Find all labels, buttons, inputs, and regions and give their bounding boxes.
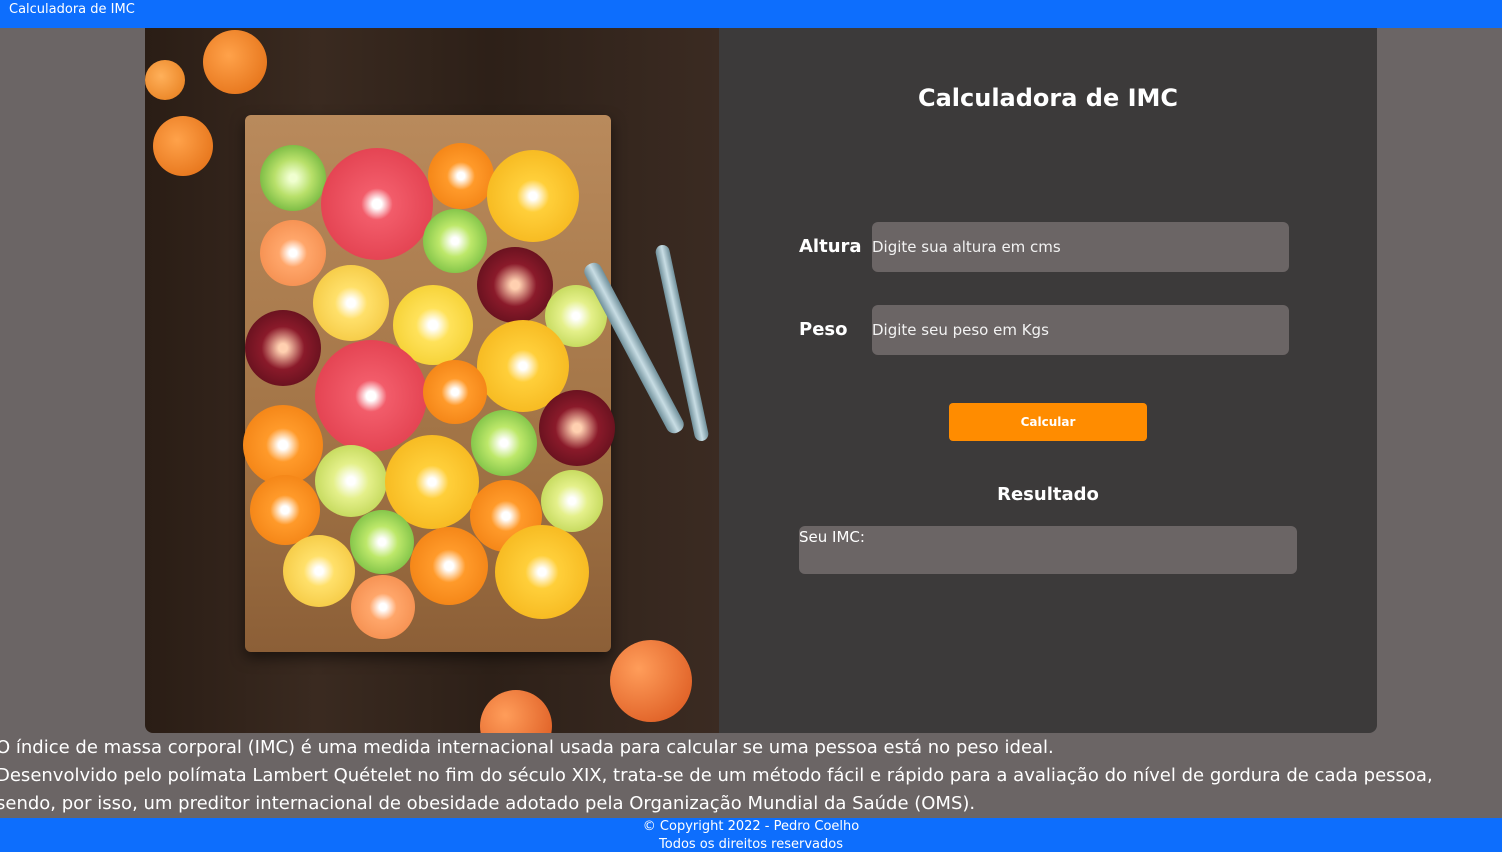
footer-rights: Todos os direitos reservados: [659, 837, 843, 852]
description-line: O índice de massa corporal (IMC) é uma m…: [0, 737, 1054, 758]
calculate-button[interactable]: Calcular: [949, 403, 1147, 441]
description: O índice de massa corporal (IMC) é uma m…: [0, 734, 1502, 818]
result-output: Seu IMC:: [799, 526, 1297, 574]
footer-copyright: © Copyright 2022 - Pedro Coelho: [642, 819, 860, 834]
result-text: Seu IMC:: [799, 528, 865, 546]
weight-label: Peso: [799, 319, 848, 340]
description-line: Desenvolvido pelo polímata Lambert Quéte…: [0, 765, 1433, 786]
calculator-panel: Calculadora de IMC Altura Peso Calcular …: [719, 28, 1377, 733]
height-input[interactable]: [872, 222, 1289, 272]
description-line: sendo, por isso, um preditor internacion…: [0, 793, 976, 814]
orange-decoration: [610, 640, 692, 722]
height-label: Altura: [799, 236, 862, 257]
page-title: Calculadora de IMC: [917, 84, 1179, 112]
orange-decoration: [480, 690, 552, 733]
hero-image: [145, 28, 719, 733]
navbar: Calculadora de IMC: [0, 0, 1502, 28]
result-title: Resultado: [997, 484, 1099, 505]
cutting-board: [243, 115, 615, 652]
weight-input[interactable]: [872, 305, 1289, 355]
navbar-brand[interactable]: Calculadora de IMC: [9, 2, 135, 18]
footer: © Copyright 2022 - Pedro Coelho Todos os…: [0, 818, 1502, 852]
